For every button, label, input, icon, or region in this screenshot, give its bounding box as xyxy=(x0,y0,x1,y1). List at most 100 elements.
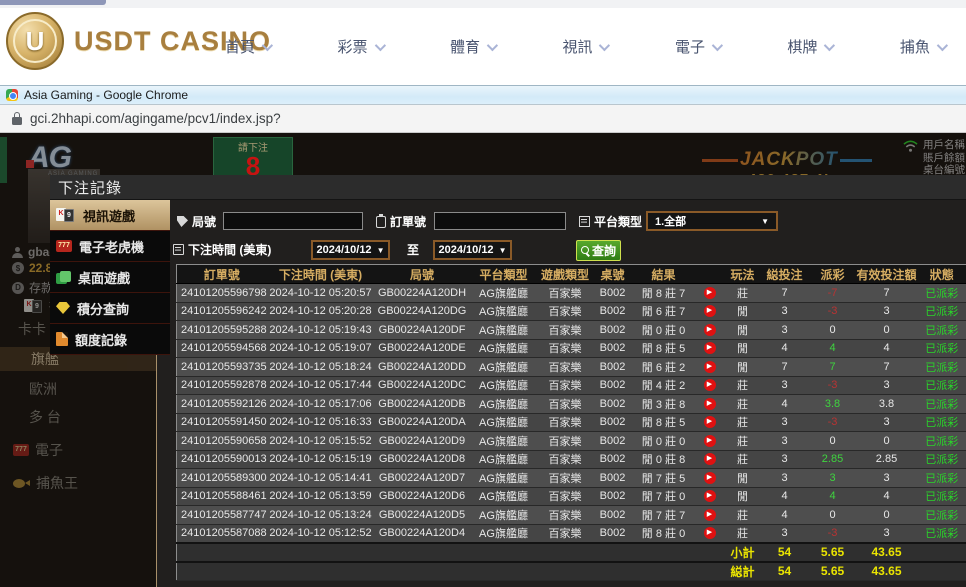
play-video-button[interactable]: ▶ xyxy=(704,305,716,317)
cell-table: B002 xyxy=(593,358,633,377)
col-table: 桌號 xyxy=(593,265,633,284)
browser-tab[interactable] xyxy=(0,0,106,5)
cell-play: 莊 xyxy=(725,376,761,395)
cell-valid-bet: 0 xyxy=(857,432,917,451)
cell-total-bet: 3 xyxy=(761,432,809,451)
cell-valid-bet: 2.85 xyxy=(857,450,917,469)
menu-item-points-inquiry[interactable]: 積分查詢 xyxy=(50,293,170,324)
cell-replay: ▶ xyxy=(695,358,725,377)
background-board-edge xyxy=(0,137,7,183)
play-video-button[interactable]: ▶ xyxy=(704,472,716,484)
window-title: Asia Gaming - Google Chrome xyxy=(24,88,188,102)
cell-total-bet: 3 xyxy=(761,321,809,340)
clipboard-icon xyxy=(376,216,386,228)
cell-payout: -3 xyxy=(809,302,857,321)
play-video-button[interactable]: ▶ xyxy=(704,379,716,391)
cell-play: 閒 xyxy=(725,302,761,321)
cell-payout: 4 xyxy=(809,487,857,506)
cell-platform: AG旗艦廳 xyxy=(470,302,538,321)
cell-round: GB00224A120DA xyxy=(375,413,470,432)
bet-records-menu: K9 視訊遊戲 777 電子老虎機 桌面遊戲 積分查詢 額度記錄 xyxy=(50,200,170,355)
cell-game-type: 百家樂 xyxy=(538,395,593,414)
cell-time: 2024-10-12 05:19:43 xyxy=(267,321,375,340)
menu-item-video-games[interactable]: K9 視訊遊戲 xyxy=(50,200,170,231)
cell-status: 已派彩 xyxy=(917,450,966,469)
play-video-button[interactable]: ▶ xyxy=(704,416,716,428)
cell-time: 2024-10-12 05:17:06 xyxy=(267,395,375,414)
cell-payout: -3 xyxy=(809,413,857,432)
cell-order: 241012055921260 xyxy=(177,395,267,414)
col-valid-bet: 有效投注額 xyxy=(857,265,917,284)
total-label: 縂計 xyxy=(725,562,761,581)
cell-result: 閒 6 莊 2 xyxy=(633,358,695,377)
cell-result: 閒 8 莊 5 xyxy=(633,339,695,358)
nav-item-home[interactable]: 首頁 xyxy=(225,36,270,57)
menu-item-slot-machines[interactable]: 777 電子老虎機 xyxy=(50,231,170,262)
date-from-select[interactable]: 2024/10/12 ▼ xyxy=(311,240,390,260)
play-video-button[interactable]: ▶ xyxy=(704,342,716,354)
lock-icon[interactable] xyxy=(12,112,22,125)
cell-valid-bet: 3 xyxy=(857,376,917,395)
cell-replay: ▶ xyxy=(695,487,725,506)
cell-replay: ▶ xyxy=(695,321,725,340)
cell-time: 2024-10-12 05:14:41 xyxy=(267,469,375,488)
main-nav: 首頁 彩票 體育 視訊 電子 棋牌 捕魚 xyxy=(225,8,945,85)
round-input[interactable] xyxy=(223,212,363,230)
cell-order: 241012055893007 xyxy=(177,469,267,488)
cell-game-type: 百家樂 xyxy=(538,339,593,358)
table-games-icon xyxy=(56,271,71,284)
order-input[interactable] xyxy=(434,212,566,230)
subtotal-payout: 5.65 xyxy=(809,543,857,562)
play-video-button[interactable]: ▶ xyxy=(704,398,716,410)
play-video-button[interactable]: ▶ xyxy=(704,490,716,502)
play-video-button[interactable]: ▶ xyxy=(704,509,716,521)
cell-replay: ▶ xyxy=(695,302,725,321)
play-video-button[interactable]: ▶ xyxy=(704,453,716,465)
bet-countdown-board: 請下注 8 xyxy=(213,137,293,179)
play-video-button[interactable]: ▶ xyxy=(704,287,716,299)
cell-order: 241012055884617 xyxy=(177,487,267,506)
menu-item-credit-records[interactable]: 額度記錄 xyxy=(50,324,170,355)
table-row: 241012055906583 2024-10-12 05:15:52 GB00… xyxy=(177,432,966,451)
address-bar[interactable]: gci.2hhapi.com/agingame/pcv1/index.jsp? xyxy=(0,105,966,133)
nav-item-live[interactable]: 視訊 xyxy=(562,36,607,57)
cell-platform: AG旗艦廳 xyxy=(470,432,538,451)
nav-item-cards[interactable]: 棋牌 xyxy=(787,36,832,57)
cell-order: 241012055906583 xyxy=(177,432,267,451)
play-video-button[interactable]: ▶ xyxy=(704,361,716,373)
cell-result: 閒 3 莊 8 xyxy=(633,395,695,414)
platform-type-select[interactable]: 1.全部 ▼ xyxy=(646,211,778,231)
play-video-button[interactable]: ▶ xyxy=(704,527,716,539)
table-row: 241012055914507 2024-10-12 05:16:33 GB00… xyxy=(177,413,966,432)
window-titlebar: Asia Gaming - Google Chrome xyxy=(0,85,966,105)
play-video-button[interactable]: ▶ xyxy=(704,324,716,336)
cell-round: GB00224A120D7 xyxy=(375,469,470,488)
subtotal-label: 小計 xyxy=(725,543,761,562)
search-button[interactable]: 查詢 xyxy=(576,240,621,261)
cell-play: 莊 xyxy=(725,413,761,432)
cell-round: GB00224A120DF xyxy=(375,321,470,340)
cell-play: 閒 xyxy=(725,339,761,358)
cell-platform: AG旗艦廳 xyxy=(470,321,538,340)
cell-order: 241012055928783 xyxy=(177,376,267,395)
nav-item-fishing[interactable]: 捕魚 xyxy=(900,36,945,57)
cell-total-bet: 3 xyxy=(761,450,809,469)
date-to-select[interactable]: 2024/10/12 ▼ xyxy=(433,240,512,260)
cell-replay: ▶ xyxy=(695,284,725,303)
nav-item-lottery[interactable]: 彩票 xyxy=(337,36,382,57)
menu-item-table-games[interactable]: 桌面遊戲 xyxy=(50,262,170,293)
chevron-down-icon xyxy=(712,39,723,50)
nav-item-sports[interactable]: 體育 xyxy=(450,36,495,57)
cell-platform: AG旗艦廳 xyxy=(470,506,538,525)
cell-time: 2024-10-12 05:20:28 xyxy=(267,302,375,321)
cell-status: 已派彩 xyxy=(917,376,966,395)
cell-valid-bet: 3 xyxy=(857,524,917,543)
cell-round: GB00224A120DH xyxy=(375,284,470,303)
table-row: 241012055870880 2024-10-12 05:12:52 GB00… xyxy=(177,524,966,543)
cell-play: 莊 xyxy=(725,506,761,525)
play-video-button[interactable]: ▶ xyxy=(704,435,716,447)
cell-time: 2024-10-12 05:18:24 xyxy=(267,358,375,377)
col-time: 下注時間 (美東) xyxy=(267,265,375,284)
cell-result: 閒 6 莊 7 xyxy=(633,302,695,321)
nav-item-slots[interactable]: 電子 xyxy=(675,36,720,57)
